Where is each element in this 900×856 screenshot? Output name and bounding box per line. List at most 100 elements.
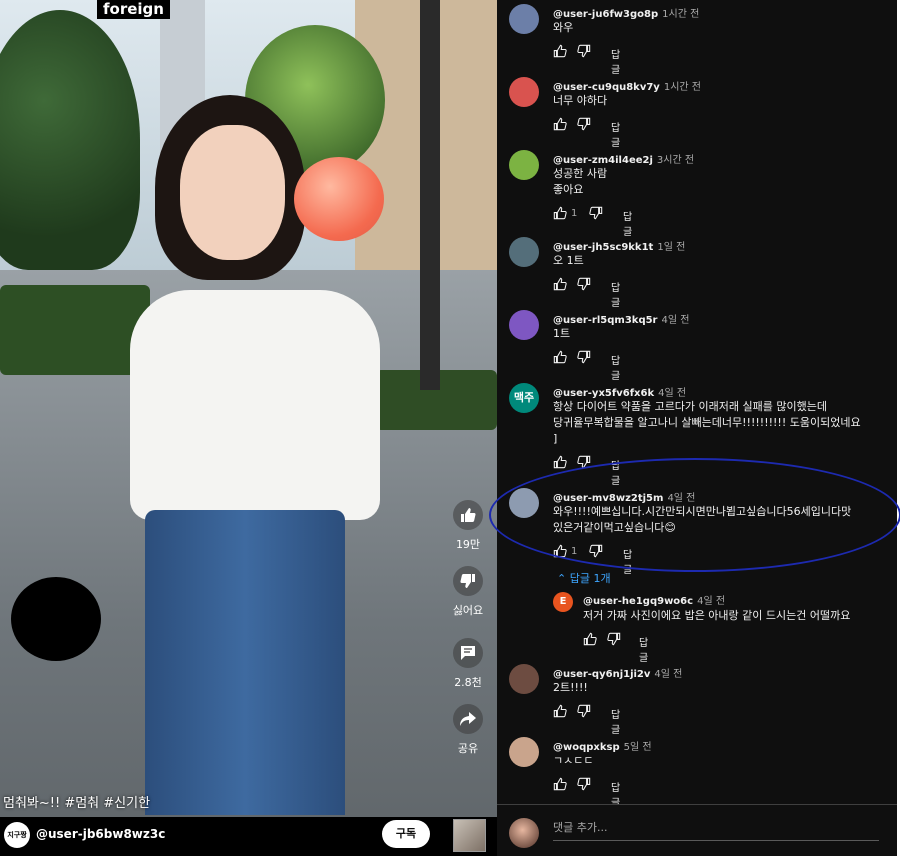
channel-avatar[interactable]: 지구짱 (4, 822, 30, 848)
comment-username[interactable]: @user-ju6fw3go8p (553, 9, 658, 20)
screen: foreign 19만 싫어요 2.8천 공유 멈춰봐~!! #멈춰 #신기한 … (0, 0, 900, 856)
reply-header: @user-he1gq9wo6c 4일 전 (583, 592, 725, 607)
replies-toggle-label: 답글 1개 (569, 572, 611, 585)
comment-input-bar: 댓글 추가... (497, 804, 897, 856)
thumb-down-icon[interactable] (453, 566, 483, 596)
like-count: 19만 (455, 538, 481, 551)
thumb-up-icon[interactable] (453, 500, 483, 530)
thumb-down-icon[interactable] (577, 350, 593, 366)
comment-avatar[interactable] (509, 488, 539, 518)
thumb-down-icon[interactable] (577, 117, 593, 133)
pole (420, 0, 440, 390)
thumb-up-icon[interactable] (583, 632, 599, 648)
current-user-avatar (509, 818, 539, 848)
dislike-action[interactable]: 싫어요 (440, 566, 496, 618)
replies-toggle[interactable]: ⌃ 답글 1개 (557, 570, 611, 586)
thumb-down-icon[interactable] (577, 455, 593, 471)
comment-avatar[interactable] (509, 150, 539, 180)
comment-header: @user-zm4il4ee2j 3시간 전 (553, 151, 694, 166)
comment-header: @user-jh5sc9kk1t 1일 전 (553, 238, 685, 253)
comment-username[interactable]: @user-zm4il4ee2j (553, 155, 653, 166)
comment-username[interactable]: @user-mv8wz2tj5m (553, 493, 663, 504)
comments-action[interactable]: 2.8천 (440, 638, 496, 690)
reply-text: 저거 가짜 사진이에요 밥은 아내랑 같이 드시는건 어떨까요 (583, 609, 851, 622)
comment-count: 2.8천 (454, 676, 482, 689)
thumb-down-icon[interactable] (589, 206, 605, 222)
thumb-up-icon[interactable] (553, 544, 569, 560)
comment-time: 4일 전 (654, 669, 683, 680)
comment-header: @user-mv8wz2tj5m 4일 전 (553, 489, 695, 504)
comment-text: 1트 (553, 327, 571, 340)
comment-header: @user-qy6nj1ji2v 4일 전 (553, 665, 682, 680)
reply-username[interactable]: @user-he1gq9wo6c (583, 596, 693, 607)
reply-button[interactable]: 답글 (623, 546, 632, 576)
sound-thumbnail[interactable] (453, 819, 486, 852)
share-label: 공유 (457, 742, 479, 755)
thumb-up-icon[interactable] (553, 117, 569, 133)
chevron-up-icon: ⌃ (557, 572, 570, 585)
comment-username[interactable]: @woqpxksp (553, 742, 620, 753)
comment-icon[interactable] (453, 638, 483, 668)
share-icon[interactable] (453, 704, 483, 734)
share-action[interactable]: 공유 (440, 704, 496, 756)
thumb-down-icon[interactable] (577, 704, 593, 720)
peach-sticker (294, 157, 384, 241)
reply-button[interactable]: 답글 (611, 352, 620, 382)
reply-button[interactable]: 답글 (611, 279, 620, 309)
comment-time: 1일 전 (657, 242, 686, 253)
comment-text: 오 1트 (553, 254, 584, 267)
shorts-video-player[interactable]: foreign 19만 싫어요 2.8천 공유 멈춰봐~!! #멈춰 #신기한 … (0, 0, 497, 856)
comment-text: 항상 다이어트 약품을 고르다가 이래저래 실패를 많이했는데 당귀율무복합물을… (553, 400, 861, 445)
channel-handle[interactable]: @user-jb6bw8wz3c (36, 827, 165, 841)
thumb-down-icon[interactable] (577, 777, 593, 793)
thumb-up-icon[interactable] (553, 44, 569, 60)
comment-avatar[interactable]: 맥주 (509, 383, 539, 413)
comment-header: @user-yx5fv6fx6k 4일 전 (553, 384, 686, 399)
comment-avatar[interactable] (509, 237, 539, 267)
comment-time: 1시간 전 (662, 9, 700, 20)
comment-username[interactable]: @user-qy6nj1ji2v (553, 669, 650, 680)
face (180, 125, 285, 260)
comment-avatar[interactable] (509, 310, 539, 340)
comment-header: @user-ju6fw3go8p 1시간 전 (553, 5, 699, 20)
comment-avatar[interactable] (509, 77, 539, 107)
thumb-up-icon[interactable] (553, 206, 569, 222)
comment-username[interactable]: @user-yx5fv6fx6k (553, 388, 654, 399)
reply-time: 4일 전 (697, 596, 726, 607)
reply-button[interactable]: 답글 (639, 634, 648, 664)
comment-text: 성공한 사람 좋아요 (553, 167, 608, 196)
reply-button[interactable]: 답글 (611, 119, 620, 149)
add-comment-input[interactable]: 댓글 추가... (553, 819, 879, 841)
thumb-up-icon[interactable] (553, 704, 569, 720)
comment-like-count: 1 (571, 208, 578, 219)
like-action[interactable]: 19만 (440, 500, 496, 552)
thumb-up-icon[interactable] (553, 777, 569, 793)
jeans (145, 510, 345, 815)
reply-button[interactable]: 답글 (611, 706, 620, 736)
thumb-down-icon[interactable] (577, 44, 593, 60)
thumb-up-icon[interactable] (553, 455, 569, 471)
comments-panel: @user-ju6fw3go8p 1시간 전 와우 답글 @user-cu9qu8kv7… (497, 0, 897, 856)
thumb-down-icon[interactable] (607, 632, 623, 648)
thumb-down-icon[interactable] (589, 544, 605, 560)
comment-time: 1시간 전 (663, 82, 701, 93)
dislike-label: 싫어요 (452, 604, 484, 617)
comment-username[interactable]: @user-cu9qu8kv7y (553, 82, 660, 93)
reply-button[interactable]: 답글 (611, 457, 620, 487)
overlay-tag: foreign (97, 0, 170, 19)
thumb-up-icon[interactable] (553, 350, 569, 366)
comment-avatar[interactable] (509, 737, 539, 767)
reply-avatar[interactable]: E (553, 592, 573, 612)
comment-time: 3시간 전 (656, 155, 695, 166)
shirt (130, 290, 380, 520)
reply-button[interactable]: 답글 (611, 46, 620, 76)
comment-avatar[interactable] (509, 4, 539, 34)
comment-username[interactable]: @user-rl5qm3kq5r (553, 315, 658, 326)
thumb-up-icon[interactable] (553, 277, 569, 293)
reply-button[interactable]: 답글 (623, 208, 632, 238)
comment-username[interactable]: @user-jh5sc9kk1t (553, 242, 653, 253)
video-caption[interactable]: 멈춰봐~!! #멈춰 #신기한 (3, 792, 150, 811)
subscribe-button[interactable]: 구독 (382, 820, 430, 848)
thumb-down-icon[interactable] (577, 277, 593, 293)
comment-avatar[interactable] (509, 664, 539, 694)
